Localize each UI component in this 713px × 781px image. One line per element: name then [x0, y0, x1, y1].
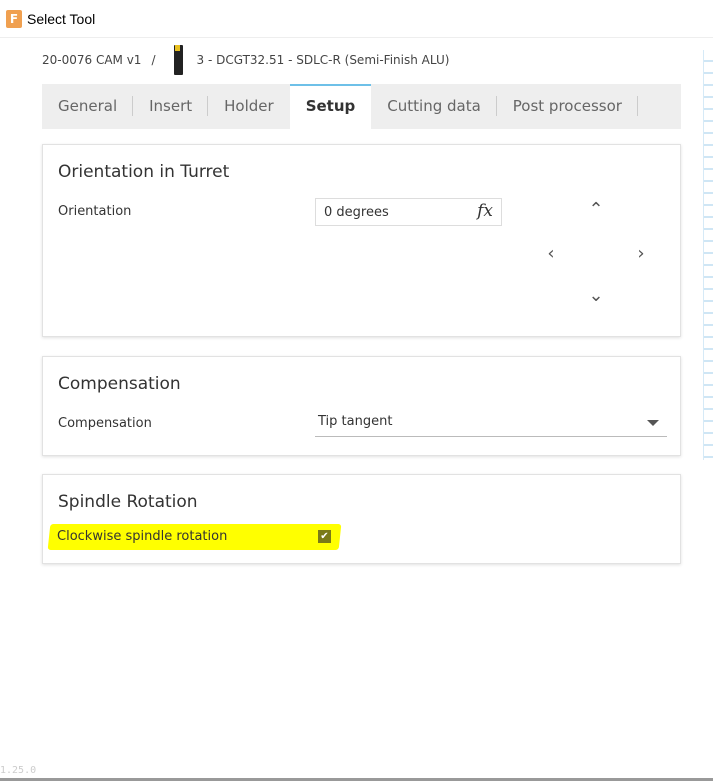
tab-post-processor[interactable]: Post processor: [497, 84, 639, 129]
spindle-panel: Spindle Rotation: [42, 474, 681, 564]
tab-cutting-data[interactable]: Cutting data: [371, 84, 497, 129]
chevron-left-icon[interactable]: ‹: [541, 243, 561, 264]
tab-bar: General Insert Holder Setup Cutting data…: [42, 84, 681, 129]
compensation-heading: Compensation: [58, 374, 181, 394]
chevron-down-icon[interactable]: ⌄: [586, 285, 606, 306]
clockwise-spindle-checkbox[interactable]: ✔: [318, 530, 331, 543]
compensation-value: Tip tangent: [318, 414, 393, 429]
turning-tool-icon: [173, 45, 183, 75]
compensation-panel: Compensation Compensation Tip tangent: [42, 356, 681, 456]
orientation-panel: Orientation in Turret Orientation 0 degr…: [42, 144, 681, 337]
fx-icon[interactable]: fx: [477, 201, 493, 221]
app-icon: F: [6, 9, 22, 28]
tab-holder[interactable]: Holder: [208, 84, 290, 129]
breadcrumb-tool: 3 - DCGT32.51 - SDLC-R (Semi-Finish ALU): [196, 53, 450, 67]
breadcrumb-document[interactable]: 20-0076 CAM v1: [42, 53, 141, 67]
spindle-label: Clockwise spindle rotation: [57, 529, 228, 544]
chevron-right-icon[interactable]: ›: [631, 243, 651, 264]
tab-general[interactable]: General: [42, 84, 134, 129]
tab-setup[interactable]: Setup: [289, 84, 372, 129]
side-ruler: [703, 50, 713, 460]
compensation-label: Compensation: [58, 416, 152, 431]
breadcrumb-separator: /: [151, 53, 156, 67]
compensation-select[interactable]: Tip tangent: [315, 409, 667, 437]
orientation-value: 0 degrees: [324, 205, 389, 220]
spindle-heading: Spindle Rotation: [58, 492, 198, 512]
tab-insert[interactable]: Insert: [133, 84, 209, 129]
orientation-input[interactable]: 0 degrees fx: [315, 198, 502, 226]
title-bar: F Select Tool: [0, 0, 713, 38]
version-label: 1.25.0: [0, 765, 37, 776]
orientation-label: Orientation: [58, 204, 132, 219]
caret-down-icon: [647, 420, 659, 426]
chevron-up-icon[interactable]: ⌃: [586, 199, 606, 220]
orientation-heading: Orientation in Turret: [58, 162, 230, 182]
breadcrumb: 20-0076 CAM v1 / 3 - DCGT32.51 - SDLC-R …: [42, 44, 449, 76]
window-title: Select Tool: [27, 10, 96, 27]
